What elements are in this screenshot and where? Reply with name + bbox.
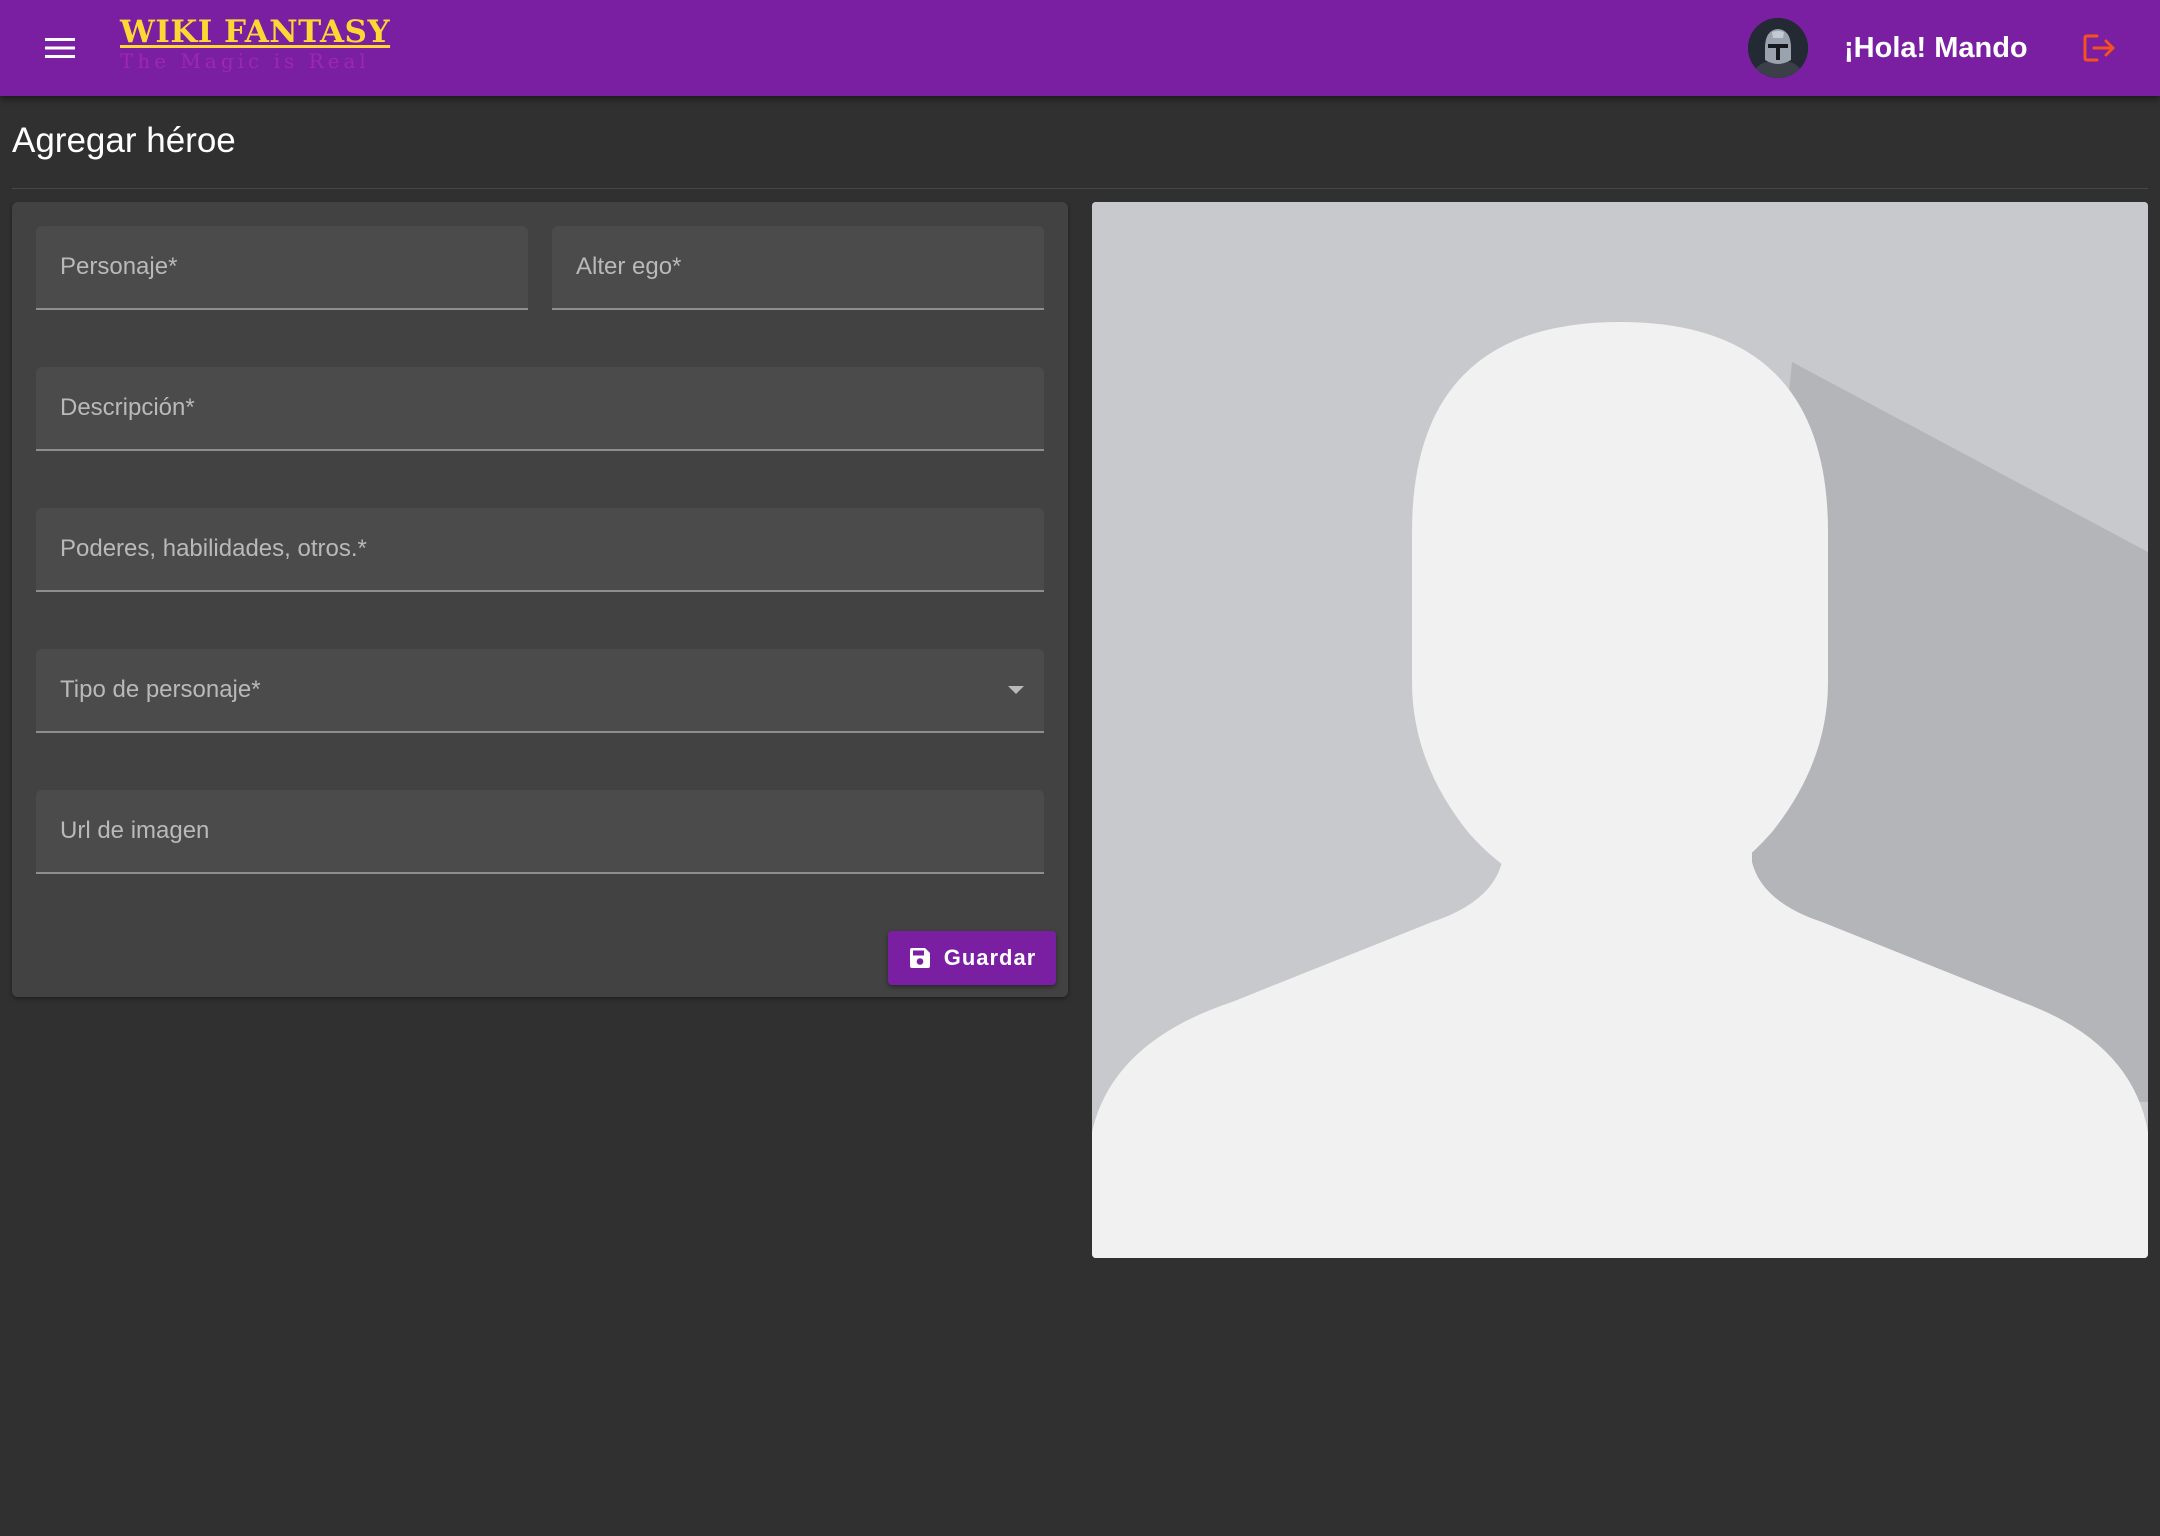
url-imagen-field[interactable]: Url de imagen: [36, 790, 1044, 874]
logo-title: WIKI FANTASY: [120, 14, 391, 50]
save-button-label: Guardar: [943, 945, 1037, 970]
logo-subtitle: The Magic is Real: [120, 49, 370, 73]
logout-icon: [2083, 34, 2115, 62]
logout-button[interactable]: [2076, 24, 2124, 72]
app-logo[interactable]: WIKI FANTASY The Magic is Real: [120, 14, 390, 84]
poderes-placeholder: Poderes, habilidades, otros.*: [60, 535, 367, 562]
default-avatar-silhouette-icon: [1092, 202, 2148, 1258]
tipo-personaje-select[interactable]: Tipo de personaje*: [36, 649, 1044, 733]
arrow-drop-down-icon: [1008, 686, 1024, 694]
poderes-field[interactable]: Poderes, habilidades, otros.*: [36, 508, 1044, 592]
url-imagen-placeholder: Url de imagen: [60, 817, 210, 844]
hero-form-card: Personaje* Alter ego* Descripción* Poder…: [12, 202, 1068, 997]
top-toolbar: WIKI FANTASY The Magic is Real ¡Hola! Ma…: [0, 0, 2160, 96]
personaje-field[interactable]: Personaje*: [36, 226, 528, 310]
page-title: Agregar héroe: [12, 121, 236, 160]
menu-button[interactable]: [36, 24, 84, 72]
hamburger-menu-icon: [45, 38, 75, 58]
alter-ego-placeholder: Alter ego*: [576, 253, 682, 280]
tipo-personaje-placeholder: Tipo de personaje*: [60, 676, 261, 703]
descripcion-placeholder: Descripción*: [60, 394, 195, 421]
personaje-placeholder: Personaje*: [60, 253, 178, 280]
mandalorian-helmet-icon: [1748, 18, 1808, 78]
hero-image-preview: [1092, 202, 2148, 1258]
save-button[interactable]: Guardar: [888, 931, 1056, 985]
descripcion-field[interactable]: Descripción*: [36, 367, 1044, 451]
user-greeting: ¡Hola! Mando: [1844, 32, 2028, 64]
divider: [12, 188, 2148, 189]
floppy-disk-icon: [909, 948, 930, 968]
user-avatar[interactable]: [1748, 18, 1808, 78]
alter-ego-field[interactable]: Alter ego*: [552, 226, 1044, 310]
